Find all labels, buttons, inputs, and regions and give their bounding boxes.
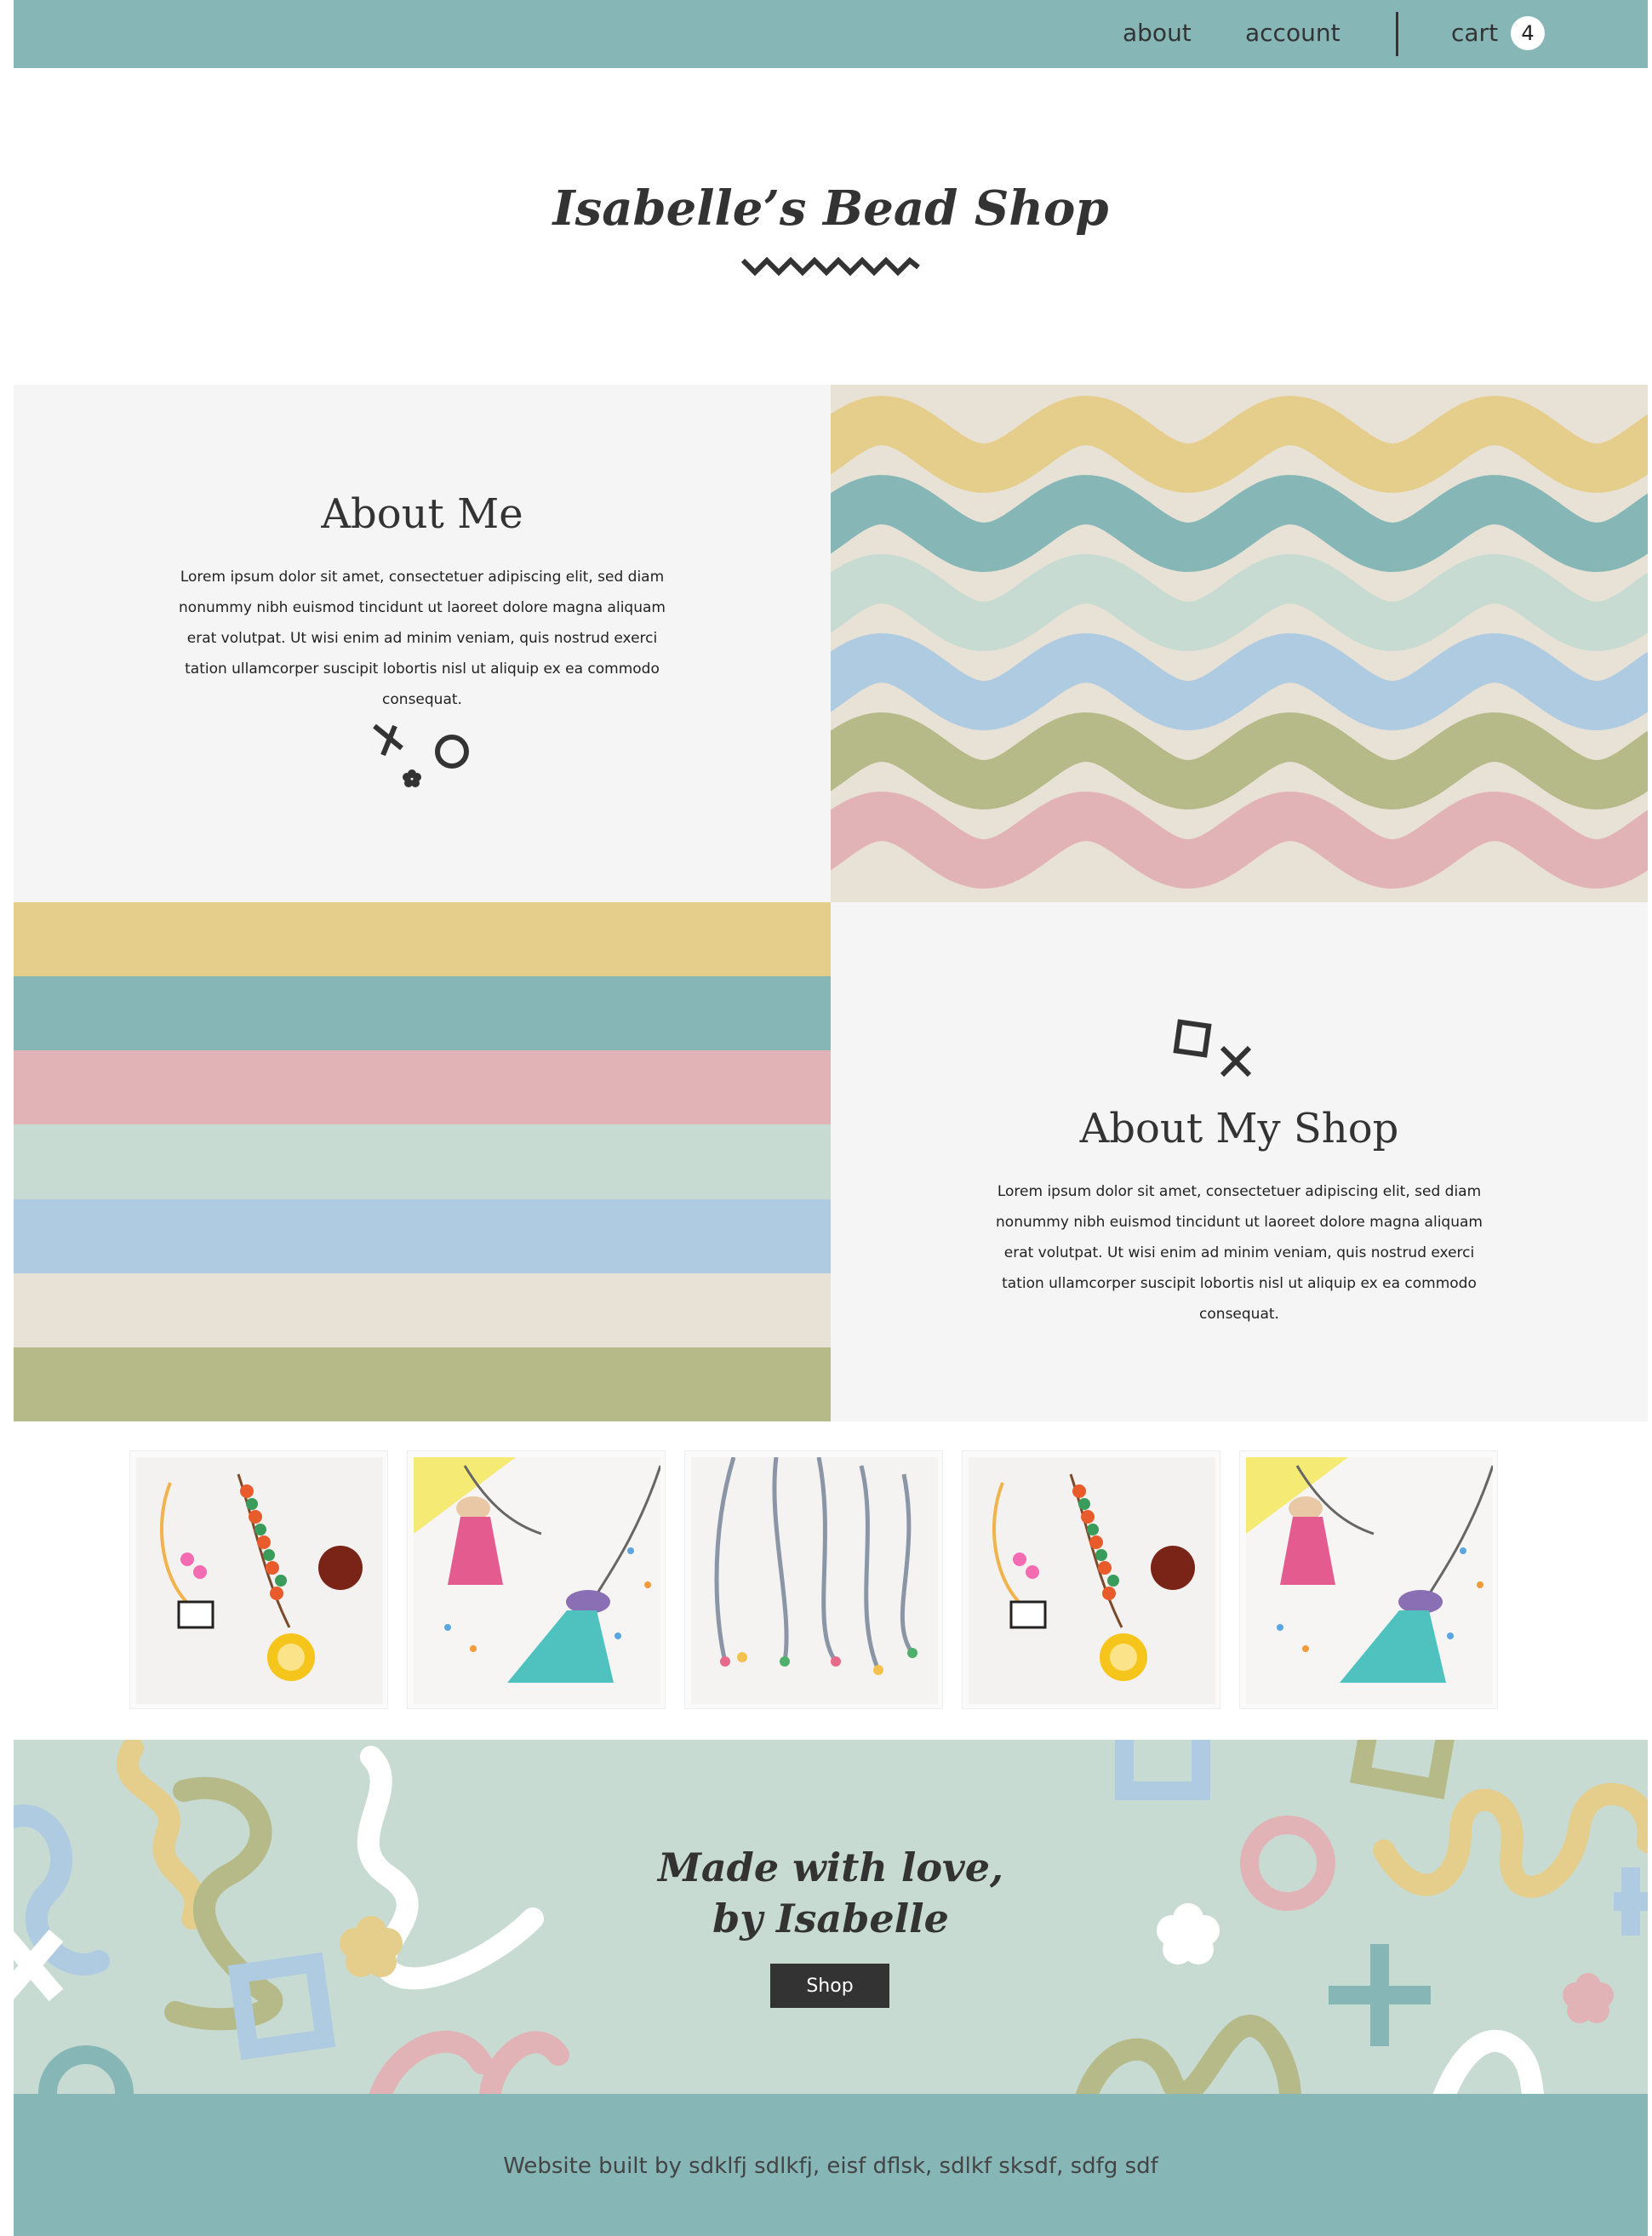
gallery-item-2[interactable] <box>407 1450 666 1709</box>
gallery-item-1[interactable] <box>129 1450 388 1709</box>
about-me-title: About Me <box>321 490 523 538</box>
stripe-mint <box>14 1124 831 1199</box>
site-footer: Website built by sdklfj sdlkfj, eisf dfl… <box>14 2094 1648 2236</box>
cart-count-badge[interactable]: 4 <box>1511 16 1545 50</box>
stripe-olive <box>14 1347 831 1421</box>
hero-title-line-2: by Isabelle <box>712 1896 949 1941</box>
nav-divider <box>1396 12 1398 56</box>
necklace-photo-tassels-2 <box>1246 1457 1493 1704</box>
wave-band-teal <box>831 474 1648 573</box>
wave-band-olive <box>831 712 1648 810</box>
necklace-photo-strings <box>691 1457 938 1704</box>
wave-pattern-panel <box>831 385 1648 902</box>
cross-flower-circle-icon <box>373 723 469 787</box>
nav-link-cart[interactable]: cart <box>1451 19 1498 47</box>
hero-banner: Made with love, by Isabelle Shop <box>14 1740 1648 2094</box>
gallery-item-4[interactable] <box>962 1450 1220 1709</box>
gallery-item-5[interactable] <box>1239 1450 1498 1709</box>
stripe-yellow <box>14 902 831 977</box>
page: about account cart 4 Isabelle’s Bead Sho… <box>14 0 1648 2236</box>
wave-pattern-illustration <box>831 395 1648 889</box>
site-title: Isabelle’s Bead Shop <box>552 180 1109 237</box>
wave-band-pink <box>831 791 1648 889</box>
necklace-photo-lion-zebra-1 <box>136 1457 383 1704</box>
about-shop-title: About My Shop <box>1079 1105 1399 1152</box>
site-header: Isabelle’s Bead Shop <box>14 68 1648 386</box>
hero-title-line-1: Made with love, <box>657 1844 1004 1890</box>
about-shop-text: Lorem ipsum dolor sit amet, consectetuer… <box>996 1183 1483 1323</box>
about-me-section: About Me Lorem ipsum dolor sit amet, con… <box>14 385 831 902</box>
top-nav: about account cart 4 <box>14 0 1648 68</box>
stripe-teal <box>14 976 831 1051</box>
stripe-beige <box>14 1272 831 1347</box>
hero-title: Made with love, by Isabelle <box>14 1842 1648 1944</box>
wave-band-yellow <box>831 395 1648 494</box>
wave-band-blue <box>831 632 1648 731</box>
stripe-blue <box>14 1198 831 1273</box>
footer-credit: Website built by sdklfj sdlkfj, eisf dfl… <box>503 2153 1158 2179</box>
necklace-photo-tassels-1 <box>414 1457 660 1704</box>
wave-band-mint <box>831 553 1648 652</box>
about-shop-section: About My Shop Lorem ipsum dolor sit amet… <box>831 902 1648 1421</box>
stripe-pink <box>14 1050 831 1125</box>
nav-link-account[interactable]: account <box>1245 19 1340 47</box>
zigzag-divider-icon <box>741 256 920 277</box>
shop-button[interactable]: Shop <box>770 1964 889 2008</box>
necklace-photo-lion-zebra-2 <box>969 1457 1215 1704</box>
stripe-pattern-panel <box>14 902 831 1421</box>
about-me-text: Lorem ipsum dolor sit amet, consectetuer… <box>179 569 666 708</box>
square-cross-icon <box>1173 1019 1252 1078</box>
nav-link-about[interactable]: about <box>1123 19 1192 47</box>
product-gallery <box>14 1421 1648 1740</box>
gallery-item-3[interactable] <box>684 1450 943 1709</box>
